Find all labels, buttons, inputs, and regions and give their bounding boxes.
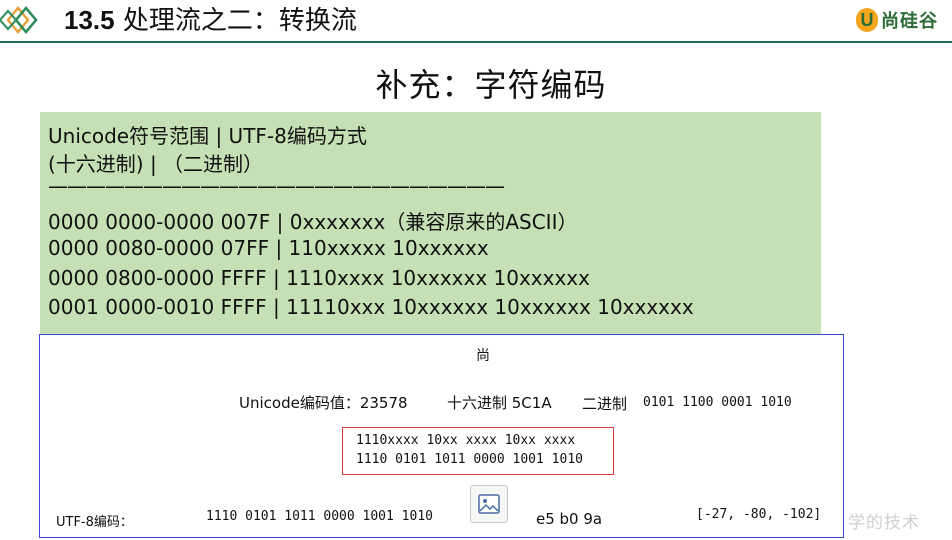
table-row: 0001 0000-0010 FFFF | 11110xxx 10xxxxxx …	[48, 295, 694, 319]
table-separator: ————————————————————————	[48, 174, 505, 198]
pattern-filled: 1110 0101 1011 0000 1001 1010	[356, 452, 583, 467]
encoding-example-panel: 尚 Unicode编码值：23578 十六进制 5C1A 二进制 0101 11…	[39, 334, 844, 538]
utf8-bits: 1110 0101 1011 0000 1001 1010	[206, 509, 433, 524]
brand-initial: U	[856, 8, 878, 32]
table-row: 0000 0800-0000 FFFF | 1110xxxx 10xxxxxx …	[48, 266, 590, 290]
picture-icon	[478, 494, 500, 514]
slide-title-number: 13.5	[64, 5, 115, 35]
utf8-signed-bytes: [-27, -80, -102]	[696, 507, 822, 522]
table-header-line2: (十六进制) | （二进制）	[48, 152, 264, 176]
hex-value-label: 十六进制 5C1A	[447, 394, 552, 412]
slide-title: 13.5 处理流之二：转换流	[64, 2, 357, 38]
table-header-line1: Unicode符号范围 | UTF-8编码方式	[48, 124, 367, 148]
diamond-logo-icon	[0, 6, 38, 34]
pattern-template: 1110xxxx 10xx xxxx 10xx xxxx	[356, 433, 576, 448]
encoding-table: Unicode符号范围 | UTF-8编码方式 (十六进制) | （二进制） —…	[40, 112, 821, 334]
utf8-hex-bytes: e5 b0 9a	[536, 510, 603, 528]
image-icon[interactable]	[470, 485, 508, 523]
brand-name: 尚硅谷	[881, 11, 938, 32]
subtitle: 补充：字符编码	[375, 66, 607, 104]
binary-label: 二进制	[582, 395, 628, 413]
brand-logo: U 尚硅谷	[856, 6, 938, 34]
watermark: 学的技术	[848, 513, 920, 533]
header-divider	[0, 41, 952, 43]
example-character: 尚	[476, 348, 490, 364]
slide-title-text: 处理流之二：转换流	[122, 6, 357, 36]
unicode-value-label: Unicode编码值：23578	[239, 394, 408, 412]
utf8-pattern-box: 1110xxxx 10xx xxxx 10xx xxxx 1110 0101 1…	[342, 427, 614, 475]
utf8-label: UTF-8编码：	[56, 515, 133, 530]
table-row: 0000 0080-0000 07FF | 110xxxxx 10xxxxxx	[48, 236, 489, 260]
table-row: 0000 0000-0000 007F | 0xxxxxxx（兼容原来的ASCI…	[48, 210, 578, 234]
binary-value: 0101 1100 0001 1010	[643, 395, 792, 410]
